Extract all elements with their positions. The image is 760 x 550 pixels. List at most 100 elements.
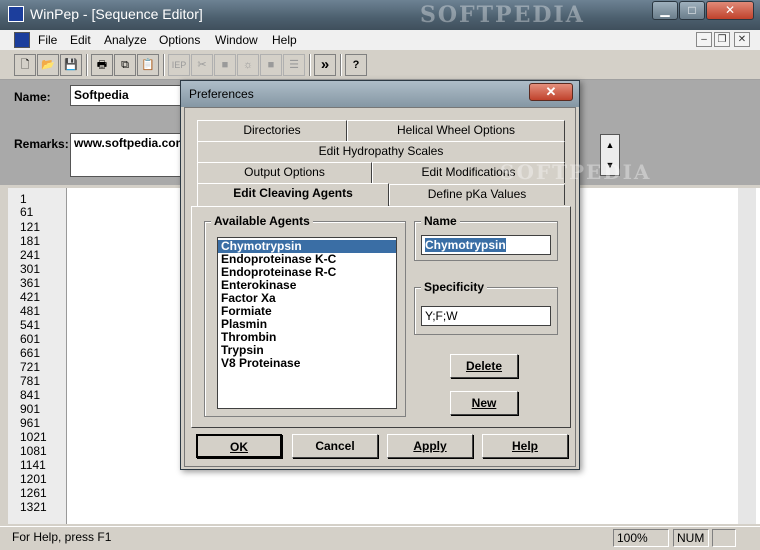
ruler-number: 1081 bbox=[20, 444, 47, 458]
agent-name-value: Chymotrypsin bbox=[425, 238, 506, 252]
available-agents-group: Available Agents Chymotrypsin Endoprotei… bbox=[204, 214, 406, 417]
ruler-number: 541 bbox=[20, 318, 41, 332]
toolbar-separator bbox=[340, 54, 342, 76]
ruler-number: 481 bbox=[20, 304, 41, 318]
dialog-title-bar[interactable]: Preferences ✕ bbox=[181, 81, 579, 107]
minimize-button[interactable]: ▁ bbox=[652, 1, 678, 20]
maximize-button[interactable]: □ bbox=[679, 1, 705, 20]
dialog-title: Preferences bbox=[189, 87, 254, 101]
ruler-number: 1321 bbox=[20, 500, 47, 514]
new-button[interactable]: New bbox=[450, 391, 518, 415]
ok-button[interactable]: OK bbox=[196, 434, 282, 458]
paste-icon[interactable]: 📋 bbox=[137, 54, 159, 76]
ruler-number: 661 bbox=[20, 346, 41, 360]
ruler-number: 1141 bbox=[20, 458, 46, 472]
tab-edit-cleaving-agents[interactable]: Edit Cleaving Agents bbox=[197, 183, 389, 206]
name-label: Name: bbox=[14, 90, 51, 104]
ruler-number: 721 bbox=[20, 360, 41, 374]
ruler-number: 301 bbox=[20, 262, 41, 276]
help-icon[interactable]: ? bbox=[345, 54, 367, 76]
fast-forward-icon[interactable]: » bbox=[314, 54, 336, 76]
name-group-title: Name bbox=[421, 214, 460, 228]
ruler-number: 781 bbox=[20, 374, 41, 388]
status-empty-pane bbox=[712, 529, 736, 547]
ruler-number: 121 bbox=[20, 220, 41, 234]
tab-edit-hydropathy-scales[interactable]: Edit Hydropathy Scales bbox=[197, 141, 565, 162]
ruler-number: 1261 bbox=[20, 486, 47, 500]
tab-directories[interactable]: Directories bbox=[197, 120, 347, 141]
agent-name-input[interactable]: Chymotrypsin bbox=[421, 235, 551, 255]
menu-file[interactable]: File bbox=[38, 33, 57, 47]
status-help-text: For Help, press F1 bbox=[12, 530, 112, 544]
softpedia-watermark: SOFTPEDIA bbox=[420, 2, 585, 28]
save-icon[interactable]: 💾 bbox=[60, 54, 82, 76]
sequence-name-field[interactable]: Softpedia bbox=[70, 85, 182, 106]
status-bar: For Help, press F1 100% NUM bbox=[0, 526, 760, 550]
lines-icon[interactable]: ☰ bbox=[283, 54, 305, 76]
toolbar-separator bbox=[309, 54, 311, 76]
tab-helical-wheel-options[interactable]: Helical Wheel Options bbox=[347, 120, 565, 141]
menu-help[interactable]: Help bbox=[272, 33, 297, 47]
agents-listbox[interactable]: Chymotrypsin Endoproteinase K-C Endoprot… bbox=[217, 237, 397, 409]
delete-button[interactable]: Delete bbox=[450, 354, 518, 378]
mdi-close-button[interactable]: ✕ bbox=[734, 32, 750, 47]
softpedia-watermark-2: SOFTPEDIA bbox=[500, 160, 652, 184]
ruler-number: 841 bbox=[20, 388, 41, 402]
preferences-dialog: Preferences ✕ Directories Helical Wheel … bbox=[180, 80, 580, 470]
editor-vertical-scrollbar[interactable] bbox=[738, 188, 756, 524]
agent-list-item[interactable]: V8 Proteinase bbox=[218, 357, 396, 370]
ruler-number: 1201 bbox=[20, 472, 47, 486]
ruler-number: 61 bbox=[20, 205, 34, 219]
remarks-label: Remarks: bbox=[14, 137, 69, 151]
print-icon[interactable]: 🖶 bbox=[91, 54, 113, 76]
ruler-number: 1021 bbox=[20, 430, 47, 444]
available-agents-title: Available Agents bbox=[211, 214, 313, 228]
iep-icon[interactable]: IEP bbox=[168, 54, 190, 76]
stop-icon[interactable]: ■ bbox=[260, 54, 282, 76]
ruler-number: 1 bbox=[20, 192, 27, 206]
ruler-number: 901 bbox=[20, 402, 41, 416]
toolbar: 🗋 📂 💾 🖶 ⧉ 📋 IEP ✂ ■ ☼ ■ ☰ » ? bbox=[0, 50, 760, 80]
ruler-number: 361 bbox=[20, 276, 41, 290]
menu-edit[interactable]: Edit bbox=[70, 33, 91, 47]
mdi-restore-button[interactable]: ❐ bbox=[714, 32, 730, 47]
ruler-number: 181 bbox=[20, 234, 41, 248]
specificity-group-title: Specificity bbox=[421, 280, 488, 294]
toolbar-separator bbox=[86, 54, 88, 76]
ruler-number: 241 bbox=[20, 248, 41, 262]
menu-bar: File Edit Analyze Options Window Help – … bbox=[0, 30, 760, 50]
copy-icon[interactable]: ⧉ bbox=[114, 54, 136, 76]
close-button[interactable]: ✕ bbox=[706, 1, 754, 20]
menu-options[interactable]: Options bbox=[159, 33, 200, 47]
title-bar[interactable]: WinPep - [Sequence Editor] SOFTPEDIA ▁ □… bbox=[0, 0, 760, 30]
remarks-field[interactable]: www.softpedia.com bbox=[70, 133, 186, 177]
ruler-number: 961 bbox=[20, 416, 41, 430]
name-group: Name Chymotrypsin bbox=[414, 214, 558, 261]
ruler-number: 601 bbox=[20, 332, 41, 346]
new-doc-icon[interactable]: 🗋 bbox=[14, 54, 36, 76]
cancel-button[interactable]: Cancel bbox=[292, 434, 378, 458]
menu-analyze[interactable]: Analyze bbox=[104, 33, 147, 47]
apply-button[interactable]: Apply bbox=[387, 434, 473, 458]
menu-window[interactable]: Window bbox=[215, 33, 258, 47]
mdi-minimize-button[interactable]: – bbox=[696, 32, 712, 47]
tab-define-pka-values[interactable]: Define pKa Values bbox=[389, 184, 565, 205]
specificity-input[interactable]: Y;F;W bbox=[421, 306, 551, 326]
sequence-ruler: 1 61 121 181 241 301 361 421 481 541 601… bbox=[8, 188, 66, 524]
specificity-group: Specificity Y;F;W bbox=[414, 280, 558, 335]
document-icon[interactable] bbox=[14, 32, 30, 48]
open-folder-icon[interactable]: 📂 bbox=[37, 54, 59, 76]
dialog-close-button[interactable]: ✕ bbox=[529, 83, 573, 101]
status-num: NUM bbox=[673, 529, 709, 547]
block-icon[interactable]: ■ bbox=[214, 54, 236, 76]
cut-icon[interactable]: ✂ bbox=[191, 54, 213, 76]
ruler-number: 421 bbox=[20, 290, 41, 304]
winpep-window: WinPep - [Sequence Editor] SOFTPEDIA ▁ □… bbox=[0, 0, 760, 550]
window-title: WinPep - [Sequence Editor] bbox=[30, 6, 203, 22]
status-zoom: 100% bbox=[613, 529, 669, 547]
sun-icon[interactable]: ☼ bbox=[237, 54, 259, 76]
help-button[interactable]: Help bbox=[482, 434, 568, 458]
winpep-app-icon bbox=[8, 6, 24, 22]
tab-output-options[interactable]: Output Options bbox=[197, 162, 372, 183]
cleaving-agents-page: Available Agents Chymotrypsin Endoprotei… bbox=[191, 206, 571, 428]
